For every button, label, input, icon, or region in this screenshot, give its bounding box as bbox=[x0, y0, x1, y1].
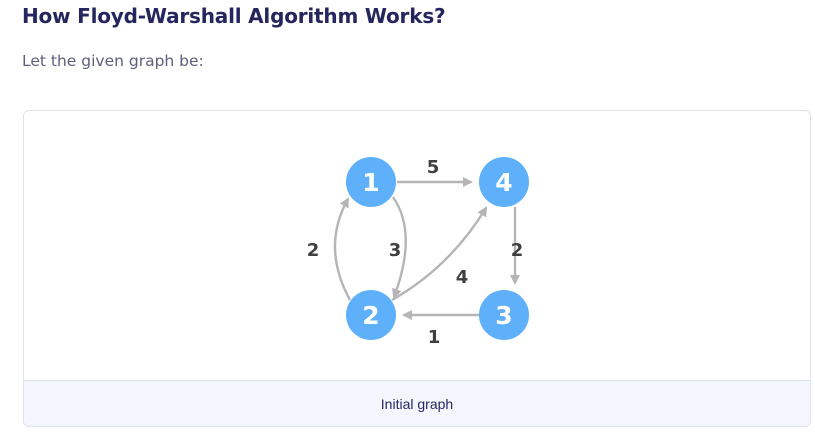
edge-weight-3-2: 1 bbox=[428, 327, 441, 348]
graph-node-3: 3 bbox=[479, 290, 529, 340]
graph-node-label: 3 bbox=[495, 301, 512, 330]
edge-weight-2-1: 2 bbox=[307, 240, 320, 261]
edge-weight-1-4: 5 bbox=[427, 157, 440, 178]
edge-weight-4-3: 2 bbox=[511, 240, 524, 261]
graph-node-label: 1 bbox=[362, 168, 379, 197]
figure-caption-bar: Initial graph bbox=[24, 380, 810, 426]
graph-node-2: 2 bbox=[346, 290, 396, 340]
graph-node-1: 1 bbox=[346, 157, 396, 207]
graph-figure: 5 2 1 4 3 2 1 4 2 3 Initial graph bbox=[23, 110, 811, 427]
edge-weight-1-2: 3 bbox=[389, 240, 402, 261]
graph-node-label: 4 bbox=[495, 168, 512, 197]
graph-node-4: 4 bbox=[479, 157, 529, 207]
graph-node-label: 2 bbox=[362, 301, 379, 330]
edge-weight-2-4: 4 bbox=[456, 267, 469, 288]
edge-2-1 bbox=[333, 197, 352, 301]
intro-text: Let the given graph be: bbox=[22, 52, 204, 70]
graph-diagram: 5 2 1 4 3 2 1 4 2 3 bbox=[307, 157, 529, 348]
figure-caption: Initial graph bbox=[380, 395, 454, 412]
page-heading: How Floyd-Warshall Algorithm Works? bbox=[22, 4, 446, 28]
